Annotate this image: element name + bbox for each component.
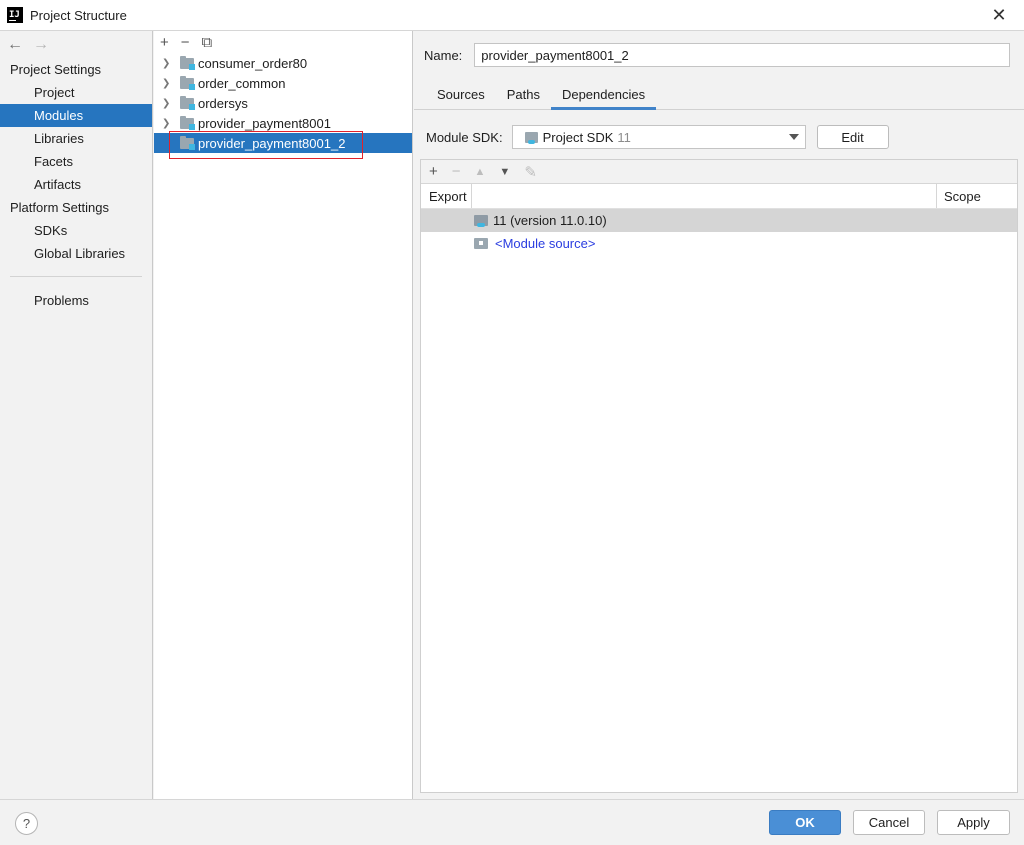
module-label: provider_payment8001 — [198, 115, 331, 131]
module-row[interactable]: ❯ ordersys — [154, 93, 412, 113]
module-row-selected[interactable]: provider_payment8001_2 — [154, 133, 412, 153]
jdk-folder-icon — [474, 215, 488, 227]
help-button[interactable]: ? — [15, 812, 38, 835]
close-icon[interactable]: ✕ — [990, 6, 1008, 24]
ok-button[interactable]: OK — [769, 810, 841, 835]
module-source-folder-icon — [474, 238, 488, 249]
module-sdk-dropdown[interactable]: Project SDK 11 — [511, 125, 806, 149]
module-sdk-label: Module SDK: — [426, 129, 503, 145]
intellij-logo-icon: IJ — [7, 7, 23, 23]
title-bar: IJ Project Structure ✕ — [0, 0, 1024, 31]
chevron-right-icon[interactable]: ❯ — [162, 58, 172, 69]
nav-arrows: ← → — [0, 31, 152, 58]
dependencies-table: + − ▲ ▼ ✎ Export Scope 11 (version 11.0.… — [420, 159, 1018, 793]
module-tabs: Sources Paths Dependencies — [414, 85, 1024, 110]
module-tree-panel: + − ⧉ ❯ consumer_order80 ❯ order_common … — [154, 31, 413, 799]
column-name[interactable] — [472, 184, 937, 208]
module-sdk-row: Module SDK: Project SDK 11 Edit — [426, 125, 889, 149]
tab-sources[interactable]: Sources — [426, 85, 496, 110]
edit-sdk-button[interactable]: Edit — [816, 125, 889, 149]
module-label: provider_payment8001_2 — [198, 135, 346, 151]
project-settings-header: Project Settings — [10, 62, 102, 77]
module-folder-icon — [180, 95, 195, 110]
sdk-folder-icon — [524, 131, 538, 144]
module-label: ordersys — [198, 95, 248, 111]
module-name-input[interactable] — [474, 43, 1011, 67]
module-folder-icon — [180, 55, 195, 70]
dependency-row-jdk[interactable]: 11 (version 11.0.10) — [421, 209, 1017, 232]
add-icon[interactable]: + — [160, 34, 169, 51]
module-details-panel: Name: Sources Paths Dependencies Module … — [414, 31, 1024, 799]
cancel-button[interactable]: Cancel — [853, 810, 925, 835]
column-export[interactable]: Export — [421, 184, 472, 208]
forward-arrow-icon[interactable]: → — [33, 36, 49, 54]
dependency-label: <Module source> — [495, 236, 596, 251]
module-folder-icon — [180, 75, 195, 90]
remove-icon[interactable]: − — [181, 34, 190, 51]
sidebar-item-libraries[interactable]: Libraries — [0, 127, 152, 150]
move-down-icon[interactable]: ▼ — [499, 166, 510, 178]
module-folder-icon — [180, 115, 195, 130]
module-row[interactable]: ❯ provider_payment8001 — [154, 113, 412, 133]
move-up-icon[interactable]: ▲ — [475, 166, 486, 178]
tab-dependencies[interactable]: Dependencies — [550, 85, 657, 110]
remove-dependency-icon[interactable]: − — [452, 163, 461, 180]
settings-sidebar: ← → Project Settings Project Modules Lib… — [0, 31, 153, 799]
module-row[interactable]: ❯ order_common — [154, 73, 412, 93]
column-scope[interactable]: Scope — [937, 184, 1017, 208]
window-title: Project Structure — [30, 7, 127, 23]
sidebar-item-facets[interactable]: Facets — [0, 150, 152, 173]
platform-settings-header: Platform Settings — [10, 200, 109, 215]
add-dependency-icon[interactable]: + — [429, 163, 438, 180]
copy-icon[interactable]: ⧉ — [202, 34, 213, 51]
name-row: Name: — [424, 43, 1011, 67]
dependencies-header: Export Scope — [421, 184, 1017, 209]
sidebar-item-problems[interactable]: Problems — [0, 289, 152, 312]
dialog-footer: ? OK Cancel Apply — [0, 799, 1024, 845]
name-label: Name: — [424, 47, 463, 63]
module-tree-toolbar: + − ⧉ — [154, 31, 412, 53]
back-arrow-icon[interactable]: ← — [7, 36, 23, 54]
chevron-down-icon — [788, 134, 799, 140]
sidebar-item-artifacts[interactable]: Artifacts — [0, 173, 152, 196]
tab-paths[interactable]: Paths — [496, 85, 551, 110]
edit-pencil-icon[interactable]: ✎ — [524, 163, 537, 181]
dependencies-toolbar: + − ▲ ▼ ✎ — [421, 160, 1017, 184]
module-folder-icon — [180, 135, 195, 150]
apply-button[interactable]: Apply — [937, 810, 1010, 835]
module-label: consumer_order80 — [198, 55, 308, 71]
module-label: order_common — [198, 75, 286, 91]
chevron-right-icon[interactable]: ❯ — [162, 118, 172, 129]
sdk-version: 11 — [617, 129, 631, 145]
sidebar-divider — [10, 276, 142, 277]
dependency-row-module-source[interactable]: <Module source> — [421, 232, 1017, 255]
sidebar-item-sdks[interactable]: SDKs — [0, 219, 152, 242]
chevron-right-icon[interactable]: ❯ — [162, 78, 172, 89]
module-row[interactable]: ❯ consumer_order80 — [154, 53, 412, 73]
dependency-label: 11 (version 11.0.10) — [493, 213, 607, 228]
sdk-value: Project SDK — [542, 129, 614, 145]
sidebar-item-global-libraries[interactable]: Global Libraries — [0, 242, 152, 265]
sidebar-item-modules[interactable]: Modules — [0, 104, 152, 127]
sidebar-item-project[interactable]: Project — [0, 81, 152, 104]
chevron-right-icon[interactable]: ❯ — [162, 98, 172, 109]
